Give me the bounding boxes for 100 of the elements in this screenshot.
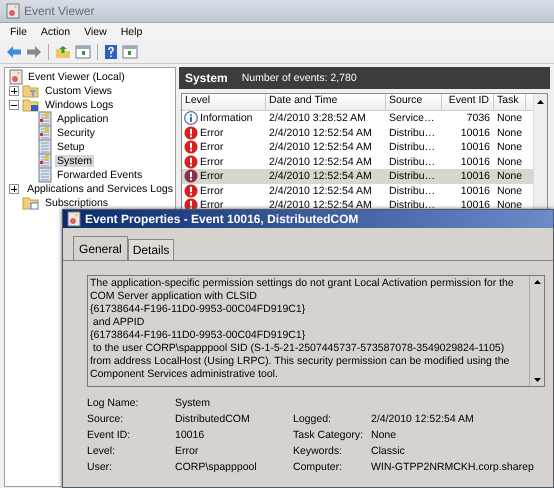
window-title: Event Viewer xyxy=(24,4,94,18)
table-cell-text: Distribu… xyxy=(388,170,436,182)
scroll-up-icon[interactable] xyxy=(537,100,544,104)
table-cell-text: None xyxy=(496,199,524,212)
log-viewer-icon xyxy=(6,3,20,19)
event-row[interactable]: Error 2/4/2010 12:52:54 AM Distribu… 10016 None xyxy=(182,184,533,198)
tree-item[interactable]: Custom Views xyxy=(43,85,114,97)
folder-icon xyxy=(22,97,40,113)
table-cell-text: 10016 xyxy=(460,141,491,154)
help-icon[interactable] xyxy=(104,44,118,60)
scroll-up-icon[interactable] xyxy=(534,280,540,284)
field-value: System xyxy=(175,397,212,409)
field-label: Log Name: xyxy=(87,397,140,409)
log-viewer-icon xyxy=(9,69,23,85)
expand-icon[interactable] xyxy=(9,86,19,96)
field-label: Logged: xyxy=(293,413,332,425)
error-icon xyxy=(184,126,198,140)
tree-item[interactable]: Applications and Services Logs xyxy=(25,183,175,195)
table-cell-text: Service… xyxy=(388,112,436,124)
table-cell-text: None xyxy=(496,112,524,124)
tree-item[interactable]: System xyxy=(55,155,94,167)
column-header[interactable]: Date and Time xyxy=(266,94,386,110)
field-value: DistributedCOM xyxy=(175,413,251,425)
tree-item[interactable]: Forwarded Events xyxy=(55,169,144,181)
panel-title: System xyxy=(185,71,228,85)
menu-item[interactable]: View xyxy=(78,25,113,39)
dialog-title: Event Properties - Event 10016, DistributedCOM xyxy=(85,212,358,226)
table-cell-text: 2/4/2010 3:28:52 AM xyxy=(268,112,367,124)
table-cell: Error xyxy=(200,141,224,154)
tab[interactable]: General xyxy=(73,236,128,260)
tab[interactable]: Details xyxy=(128,239,174,260)
table-cell-text: 10016 xyxy=(460,156,491,168)
table-cell: Information xyxy=(200,112,253,124)
log-icon xyxy=(38,111,52,127)
table-cell-text: Distribu… xyxy=(388,156,436,168)
table-cell-text: 10016 xyxy=(460,199,491,212)
up-folder-icon[interactable] xyxy=(55,45,71,59)
tree-item[interactable]: Event Viewer (Local) xyxy=(26,71,127,83)
field-label: User: xyxy=(87,461,114,473)
menu-item[interactable]: File xyxy=(4,25,33,39)
table-cell-text: 2/4/2010 12:52:54 AM xyxy=(268,156,373,168)
table-cell-text: 2/4/2010 12:52:54 AM xyxy=(268,199,373,212)
log-viewer-icon xyxy=(67,211,81,227)
table-cell-text: Distribu… xyxy=(388,126,436,139)
table-cell: Error xyxy=(200,170,224,182)
column-header[interactable]: Event ID xyxy=(442,94,494,110)
field-value: None xyxy=(371,429,398,441)
expand-icon[interactable] xyxy=(9,184,19,194)
field-label: Source: xyxy=(87,413,124,425)
field-value: Error xyxy=(175,445,200,457)
information-icon xyxy=(184,111,198,126)
tree-item[interactable]: Application xyxy=(55,113,110,125)
field-label: Keywords: xyxy=(293,445,344,457)
panel-icon[interactable] xyxy=(122,45,138,59)
field-value: 2/4/2010 12:52:54 AM xyxy=(371,413,475,425)
table-cell-text: 10016 xyxy=(460,126,491,139)
menu-item[interactable]: Action xyxy=(34,25,76,39)
table-cell-text: 2/4/2010 12:52:54 AM xyxy=(268,141,373,154)
event-row[interactable]: Information 2/4/2010 3:28:52 AM Service… 7036 None xyxy=(182,111,533,126)
table-cell-text: 10016 xyxy=(460,184,491,197)
event-row[interactable]: Error 2/4/2010 12:52:54 AM Distribu… 10016 None xyxy=(182,126,533,140)
field-label: Task Category: xyxy=(293,429,364,441)
field-label: Level: xyxy=(87,445,116,457)
column-header[interactable]: Task xyxy=(494,94,526,110)
table-cell: Error xyxy=(200,184,224,197)
tree-item[interactable]: Setup xyxy=(55,141,86,153)
description-text: The application-specific permission settings do not grant Local Activation permission for the COM Server application with CLSID {61738644-F196-11D0-9953-00C04FD919C1} and APPID {61738644-F196-11D0-9953-00C04FD919C1} to the user CORP\spapppool SID (S-1-5-21-2507445737-573587078-3549029824-1105) from address LocalHost (Using LRPC). This security permission can be modified using the Component Services administrative tool. xyxy=(89,276,515,382)
menu-item[interactable]: Help xyxy=(114,25,148,39)
table-cell-text: 2/4/2010 12:52:54 AM xyxy=(268,184,373,197)
column-header[interactable]: Level xyxy=(182,94,266,110)
table-cell-text: None xyxy=(496,170,524,182)
log-icon xyxy=(38,167,52,183)
table-cell-text: Distribu… xyxy=(388,199,436,212)
table-cell: Error xyxy=(200,199,224,212)
tree-item[interactable]: Windows Logs xyxy=(43,99,116,111)
field-value: CORP\spapppool xyxy=(175,461,258,473)
field-value: 10016 xyxy=(175,429,206,441)
log-icon xyxy=(38,153,52,169)
table-cell-text: 10016 xyxy=(460,170,491,182)
scroll-down-icon[interactable] xyxy=(534,378,540,382)
folder-icon xyxy=(22,195,40,211)
error-icon xyxy=(184,154,198,169)
tree-item[interactable]: Security xyxy=(55,127,97,139)
collapse-icon[interactable] xyxy=(9,100,19,110)
error-icon xyxy=(184,169,198,184)
tree-item[interactable]: Subscriptions xyxy=(43,197,110,209)
event-row[interactable]: Error 2/4/2010 12:52:54 AM Distribu… 10016 None xyxy=(182,169,533,184)
event-count: Number of events: 2,780 xyxy=(242,72,357,84)
event-row[interactable]: Error 2/4/2010 12:52:54 AM Distribu… 10016 None xyxy=(182,154,533,169)
back-icon[interactable] xyxy=(6,45,22,59)
panel-icon[interactable] xyxy=(75,45,91,59)
table-cell-text: Distribu… xyxy=(388,184,436,197)
filter-folder-icon xyxy=(22,83,40,99)
event-row[interactable]: Error 2/4/2010 12:52:54 AM Distribu… 10016 None xyxy=(182,140,533,154)
table-cell-text: 2/4/2010 12:52:54 AM xyxy=(268,170,373,182)
column-header[interactable]: Source xyxy=(386,94,442,110)
table-cell: Error xyxy=(200,156,224,168)
forward-icon[interactable] xyxy=(26,45,42,59)
field-value: Classic xyxy=(371,445,406,457)
table-cell-text: None xyxy=(496,126,524,139)
